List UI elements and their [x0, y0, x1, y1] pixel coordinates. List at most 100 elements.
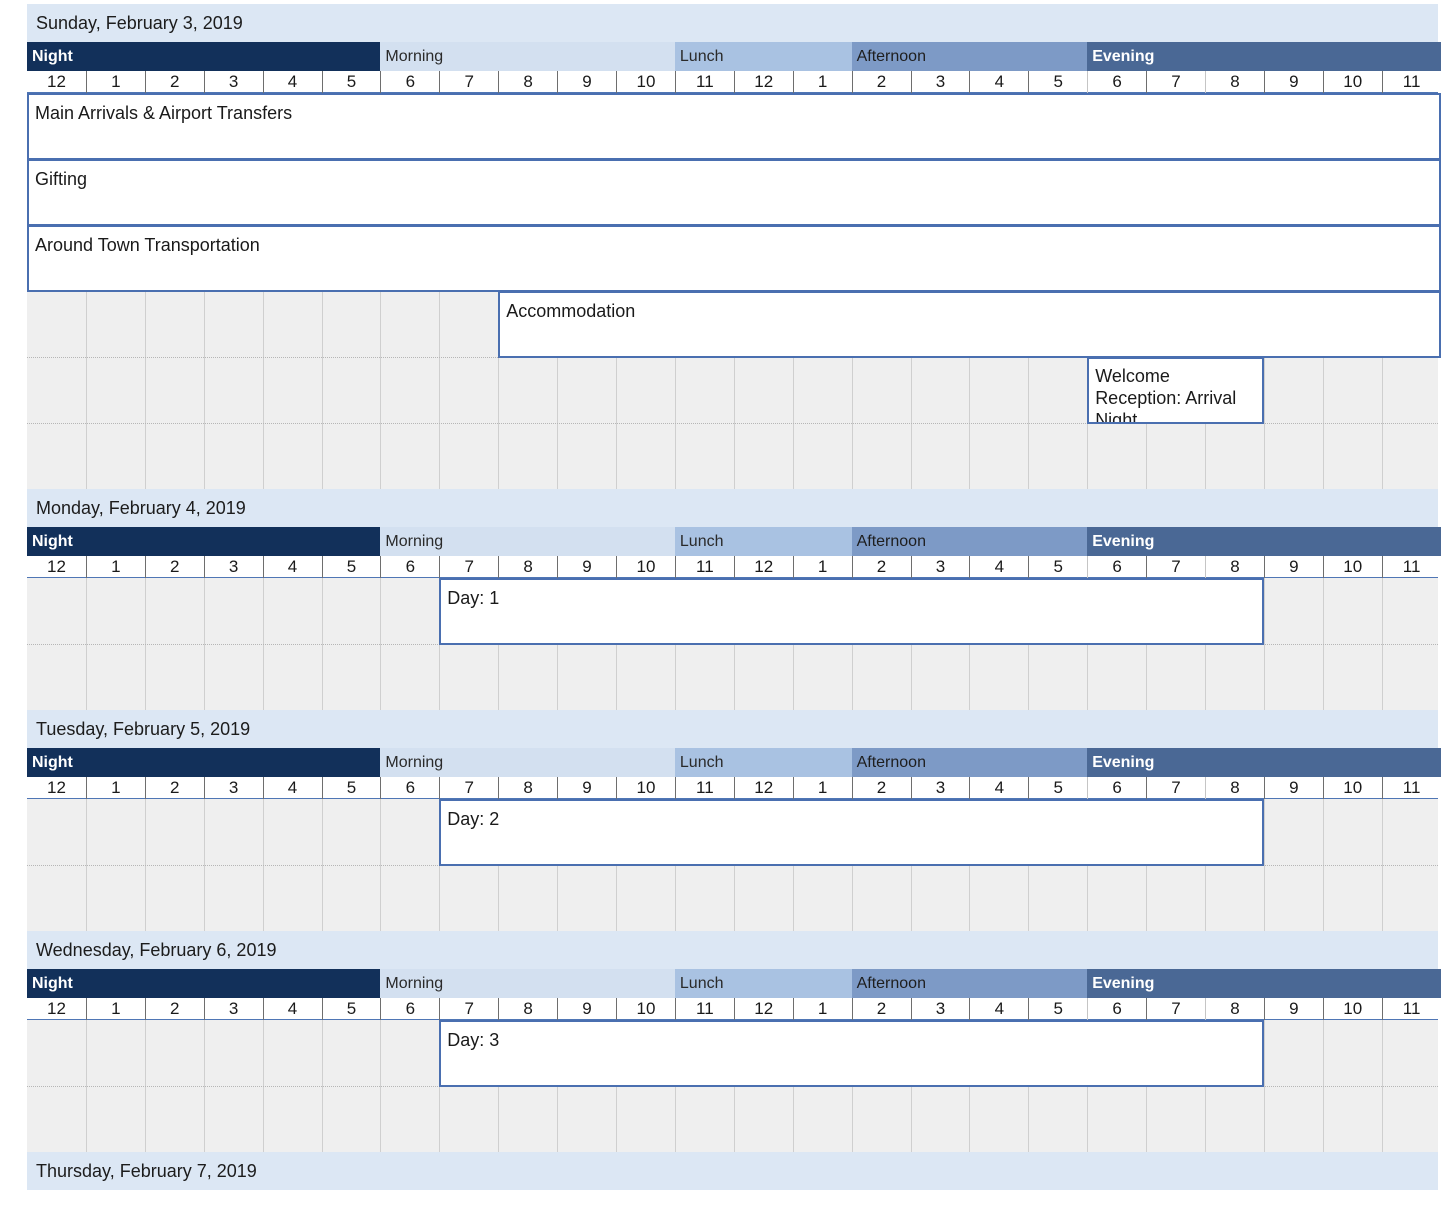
period-morning: Morning [380, 527, 676, 556]
day-date-header: Tuesday, February 5, 2019 [27, 710, 1438, 748]
hour-label: 4 [969, 556, 1028, 578]
hour-label: 6 [380, 556, 439, 578]
hour-label: 7 [1146, 71, 1205, 93]
hour-label: 2 [851, 998, 911, 1020]
hour-label: 7 [1146, 777, 1205, 799]
hour-label: 8 [1205, 71, 1264, 93]
hour-label: 10 [1322, 71, 1382, 93]
hour-label: 2 [144, 71, 204, 93]
hour-label: 8 [1205, 777, 1264, 799]
hour-label: 1 [792, 998, 852, 1020]
hour-label: 7 [439, 556, 498, 578]
hour-label: 3 [910, 556, 970, 578]
hour-label: 11 [1381, 777, 1441, 799]
period-afternoon: Afternoon [851, 42, 1088, 71]
hour-label: 3 [910, 777, 970, 799]
hour-label: 12 [46, 557, 66, 576]
hour-label: 2 [144, 556, 204, 578]
hour-label: 6 [1087, 556, 1146, 578]
hour-label: 4 [262, 998, 322, 1020]
event-block[interactable]: Day: 3 [439, 1020, 1264, 1087]
hour-label: 4 [262, 71, 322, 93]
day-date-header: Wednesday, February 6, 2019 [27, 931, 1438, 969]
hour-label: 9 [557, 71, 616, 93]
hour-label: 3 [910, 71, 970, 93]
hour-label: 9 [557, 998, 616, 1020]
hour-label: 12 [733, 71, 793, 93]
period-morning: Morning [380, 969, 676, 998]
period-lunch: Lunch [674, 42, 853, 71]
hour-label: 10 [1322, 556, 1382, 578]
hour-label: 5 [321, 777, 381, 799]
hour-label: 2 [144, 998, 204, 1020]
hour-label: 5 [1028, 777, 1087, 799]
hour-label: 8 [1205, 556, 1264, 578]
hour-label: 6 [380, 777, 439, 799]
hour-label: 2 [851, 71, 911, 93]
event-block[interactable]: Day: 2 [439, 799, 1264, 866]
event-block[interactable]: Main Arrivals & Airport Transfers [27, 93, 1441, 160]
hour-label: 3 [203, 71, 263, 93]
hour-label: 5 [1028, 71, 1087, 93]
period-afternoon: Afternoon [851, 527, 1088, 556]
hour-label: 6 [1087, 71, 1146, 93]
hour-label: 11 [674, 998, 734, 1020]
day-date-header: Monday, February 4, 2019 [27, 489, 1438, 527]
event-block[interactable]: Around Town Transportation [27, 225, 1441, 292]
hour-label: 1 [85, 998, 145, 1020]
hour-label: 5 [321, 556, 381, 578]
hour-label: 8 [498, 777, 557, 799]
period-lunch: Lunch [674, 969, 853, 998]
hour-label: 11 [1381, 71, 1441, 93]
event-block[interactable]: Welcome Reception: Arrival Night [1087, 357, 1264, 424]
period-night: Night [27, 748, 381, 777]
hour-label: 1 [85, 71, 145, 93]
event-block[interactable]: Gifting [27, 159, 1441, 226]
hour-label: 8 [498, 71, 557, 93]
hour-label: 11 [674, 777, 734, 799]
period-night: Night [27, 527, 381, 556]
hour-label: 1 [792, 556, 852, 578]
period-evening: Evening [1087, 42, 1442, 71]
hour-label: 12 [733, 777, 793, 799]
hour-label: 10 [1322, 998, 1382, 1020]
hour-label: 5 [321, 998, 381, 1020]
hour-label: 4 [262, 777, 322, 799]
hour-label: 3 [203, 998, 263, 1020]
period-evening: Evening [1087, 527, 1442, 556]
period-night: Night [27, 42, 381, 71]
hour-label: 11 [1381, 998, 1441, 1020]
period-morning: Morning [380, 42, 676, 71]
hour-label: 9 [1263, 777, 1323, 799]
hour-label: 1 [85, 777, 145, 799]
hour-label: 11 [1381, 556, 1441, 578]
hour-label: 5 [1028, 556, 1087, 578]
hour-label: 3 [203, 777, 263, 799]
hour-label: 2 [851, 777, 911, 799]
hour-label: 4 [969, 998, 1028, 1020]
event-block[interactable]: Accommodation [498, 291, 1441, 358]
hour-label: 9 [1263, 556, 1323, 578]
hour-label: 9 [557, 777, 616, 799]
hour-label: 12 [46, 999, 66, 1018]
hour-label: 10 [616, 998, 675, 1020]
hour-label: 6 [380, 71, 439, 93]
hour-label: 9 [557, 556, 616, 578]
hour-label: 9 [1263, 998, 1323, 1020]
hour-label: 4 [262, 556, 322, 578]
hour-label: 8 [498, 556, 557, 578]
period-evening: Evening [1087, 748, 1442, 777]
day-date-header: Sunday, February 3, 2019 [27, 4, 1438, 42]
hour-label: 1 [792, 71, 852, 93]
hour-label: 6 [1087, 998, 1146, 1020]
hour-label: 12 [733, 556, 793, 578]
hour-label: 12 [733, 998, 793, 1020]
event-block[interactable]: Day: 1 [439, 578, 1264, 645]
hour-label: 10 [616, 777, 675, 799]
hour-label: 1 [85, 556, 145, 578]
period-lunch: Lunch [674, 527, 853, 556]
hour-label: 3 [203, 556, 263, 578]
hour-label: 8 [498, 998, 557, 1020]
hour-label: 5 [321, 71, 381, 93]
hour-label: 7 [439, 998, 498, 1020]
